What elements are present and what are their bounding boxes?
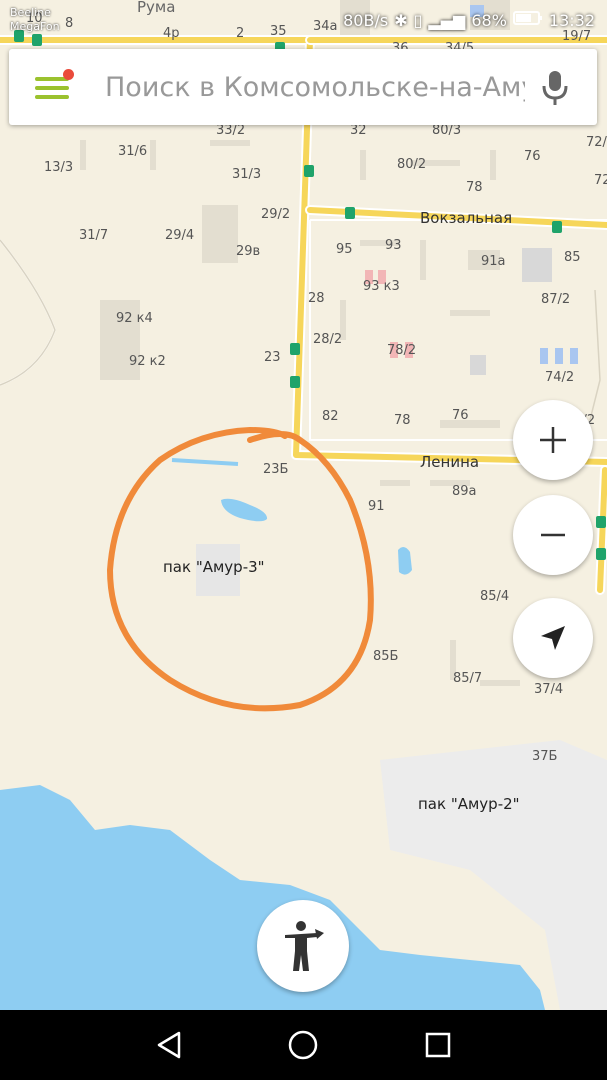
back-button[interactable] — [148, 1024, 190, 1066]
house-number: 93 — [385, 238, 402, 253]
park-label-amur2: пак "Амур-2" — [418, 795, 520, 813]
house-number: 80/2 — [397, 157, 427, 172]
house-number: 92 к2 — [129, 354, 166, 369]
bluetooth-icon: ✱ — [394, 10, 408, 30]
house-number: 82 — [322, 409, 339, 424]
house-number: 85/7 — [453, 671, 483, 686]
house-number: 91а — [481, 254, 506, 269]
signal-icon: ▂▄▆ — [428, 10, 466, 30]
recents-button[interactable] — [417, 1024, 459, 1066]
house-number: 23Б — [263, 462, 289, 477]
house-number: 80/3 — [432, 123, 462, 138]
my-location-button[interactable] — [513, 598, 593, 678]
house-number: 28 — [308, 291, 325, 306]
house-number: 37Б — [532, 749, 558, 764]
house-number: 33/2 — [216, 123, 246, 138]
search-input[interactable] — [105, 67, 525, 107]
house-number: 78 — [394, 413, 411, 428]
mic-button[interactable] — [541, 69, 569, 107]
clock: 13:32 — [548, 10, 595, 30]
minus-icon — [541, 533, 565, 537]
house-number: 91 — [368, 499, 385, 514]
house-number: 29в — [236, 244, 261, 259]
house-number: 85Б — [373, 649, 399, 664]
house-number: 92 к4 — [116, 311, 153, 326]
house-number: 28/2 — [313, 332, 343, 347]
house-number: 89а — [452, 484, 477, 499]
house-number: 31/7 — [79, 228, 109, 243]
status-bar: Beeline MegaFon 80B/s ✱ ▯ ▂▄▆ 68% 13:32 — [0, 0, 607, 40]
net-speed: 80B/s — [343, 10, 389, 30]
traffic-controller-button[interactable] — [257, 900, 349, 992]
mic-icon — [542, 71, 568, 105]
traffic-controller-icon — [285, 921, 324, 971]
house-number: 78/2 — [387, 343, 417, 358]
zoom-out-button[interactable] — [513, 495, 593, 575]
house-number: 78 — [466, 180, 483, 195]
house-number: 72/ — [586, 135, 607, 150]
house-number: 37/4 — [534, 682, 564, 697]
battery-icon — [512, 10, 543, 30]
carrier-1: Beeline — [10, 6, 51, 19]
park-label-amur3: пак "Амур-3" — [163, 558, 265, 576]
house-number: 32 — [350, 123, 367, 138]
map-canvas — [0, 0, 607, 1010]
notification-dot — [63, 69, 74, 80]
home-button[interactable] — [282, 1024, 324, 1066]
house-number: 85/4 — [480, 589, 510, 604]
house-number: 85 — [564, 250, 581, 265]
location-arrow-icon — [541, 626, 565, 650]
house-number: 76 — [524, 149, 541, 164]
house-number: 13/3 — [44, 160, 74, 175]
house-number: 76 — [452, 408, 469, 423]
house-number: 93 к3 — [363, 279, 400, 294]
house-number: 29/2 — [261, 207, 291, 222]
house-number: 74/2 — [545, 370, 575, 385]
street-label-lenina: Ленина — [420, 453, 480, 471]
recents-icon — [425, 1032, 451, 1058]
system-nav-bar — [0, 1010, 607, 1080]
battery-percent: 68% — [471, 10, 507, 30]
house-number: 29/4 — [165, 228, 195, 243]
house-number: 31/6 — [118, 144, 148, 159]
house-number: 72 — [594, 173, 607, 188]
status-indicators: 80B/s ✱ ▯ ▂▄▆ 68% 13:32 — [343, 10, 595, 30]
home-icon — [288, 1030, 318, 1060]
vibrate-icon: ▯ — [413, 10, 423, 30]
house-number: 95 — [336, 242, 353, 257]
house-number: 87/2 — [541, 292, 571, 307]
carrier-2: MegaFon — [10, 20, 60, 33]
back-icon — [157, 1031, 181, 1059]
house-number: 31/3 — [232, 167, 262, 182]
search-bar — [9, 49, 597, 125]
map-view[interactable]: Рума 10 8 4р 2 35 34а 36 34/5 19/7 33/2 … — [0, 0, 607, 1010]
house-number: 23 — [264, 350, 281, 365]
plus-icon — [540, 427, 566, 453]
street-label-vokzalnaya: Вокзальная — [420, 209, 513, 227]
zoom-in-button[interactable] — [513, 400, 593, 480]
